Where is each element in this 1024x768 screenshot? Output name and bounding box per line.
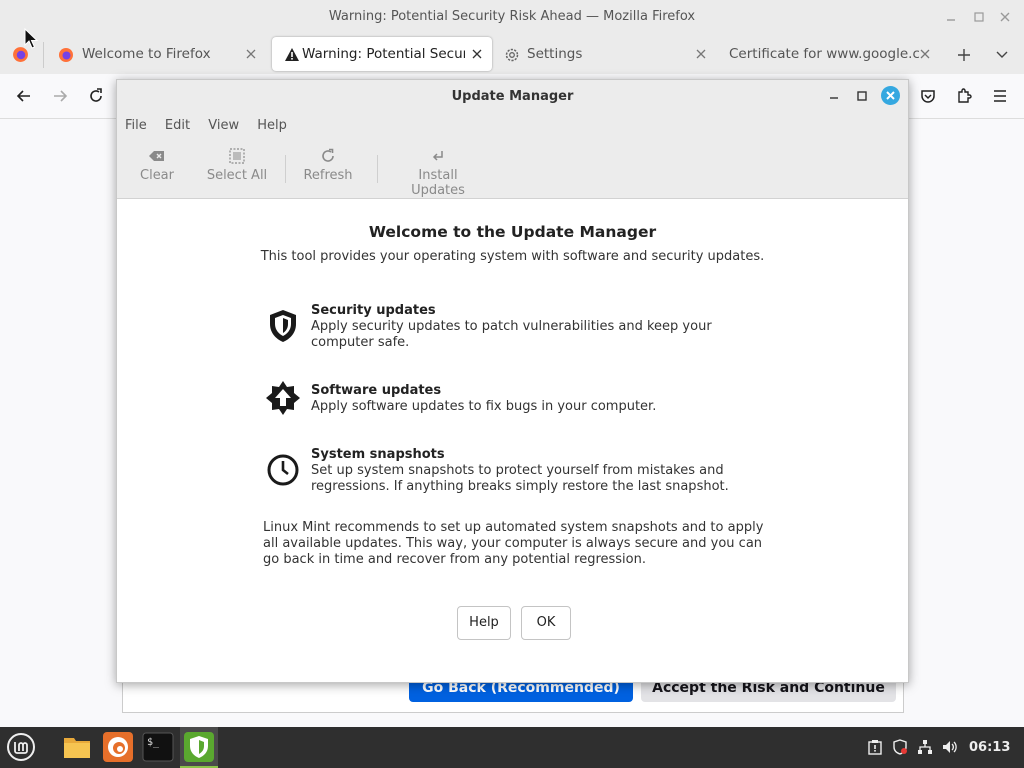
tab-certificate[interactable]: Certificate for www.google.com: [720, 37, 942, 71]
minimize-icon[interactable]: [944, 10, 958, 24]
reload-icon[interactable]: [86, 86, 106, 106]
update-manager-title: Update Manager: [451, 89, 574, 104]
toolbar-separator: [285, 155, 286, 183]
extensions-icon[interactable]: [954, 86, 974, 106]
menu-bar: File Edit View Help: [125, 118, 301, 133]
install-updates-label: Install Updates: [411, 168, 465, 198]
close-dialog-button[interactable]: [881, 86, 900, 105]
firefox-titlebar: Warning: Potential Security Risk Ahead —…: [0, 0, 1024, 34]
firefox-icon[interactable]: [102, 731, 134, 763]
ok-button[interactable]: OK: [521, 606, 571, 640]
minimize-icon[interactable]: [827, 89, 841, 103]
window-title: Warning: Potential Security Risk Ahead —…: [328, 9, 696, 24]
tab-label: Certificate for www.google.com: [729, 46, 919, 62]
tab-label: Welcome to Firefox: [82, 46, 211, 62]
menu-help[interactable]: Help: [257, 118, 287, 133]
menu-icon[interactable]: [5, 731, 37, 763]
clock[interactable]: 06:13: [969, 740, 1010, 755]
close-icon: [886, 91, 895, 100]
refresh-button[interactable]: Refresh: [303, 148, 353, 183]
select-all-label: Select All: [206, 168, 268, 183]
list-all-tabs-icon[interactable]: [994, 48, 1010, 62]
network-icon[interactable]: [917, 739, 933, 755]
tab-label: Warning: Potential Security Risk Ahead: [302, 46, 465, 62]
maximize-icon[interactable]: [972, 10, 986, 24]
menu-icon[interactable]: [990, 86, 1010, 106]
terminal-icon[interactable]: $_: [142, 731, 174, 763]
welcome-heading: Welcome to the Update Manager: [368, 223, 657, 241]
maximize-icon[interactable]: [855, 89, 869, 103]
feature-desc-snapshots: Set up system snapshots to protect yours…: [311, 463, 729, 494]
star-arrow-icon: [266, 381, 300, 415]
install-updates-button[interactable]: Install Updates: [391, 148, 485, 198]
svg-text:$_: $_: [147, 737, 160, 748]
tab-bar: Welcome to Firefox Warning: Potential Se…: [0, 34, 1024, 74]
feature-title-software: Software updates: [311, 383, 442, 398]
backspace-icon: [149, 151, 164, 161]
clipboard-icon[interactable]: [867, 739, 883, 755]
menu-view[interactable]: View: [208, 118, 239, 133]
pocket-icon[interactable]: [918, 86, 938, 106]
help-button[interactable]: Help: [457, 606, 511, 640]
firefox-icon: [59, 48, 73, 62]
cursor-icon: [24, 28, 39, 49]
volume-icon[interactable]: [942, 739, 958, 755]
refresh-icon: [322, 148, 334, 162]
clear-label: Clear: [140, 168, 174, 183]
taskbar: $_ 06:13: [0, 727, 1024, 768]
return-arrow-icon: [432, 151, 443, 161]
back-icon[interactable]: [14, 86, 34, 106]
files-icon[interactable]: [61, 731, 93, 763]
update-shield-icon[interactable]: [892, 739, 908, 755]
recommendation-text: Linux Mint recommends to set up automate…: [263, 520, 764, 567]
close-tab-icon[interactable]: [694, 47, 708, 61]
warning-icon: [285, 48, 299, 61]
tab-settings[interactable]: Settings: [496, 37, 718, 71]
tab-warning[interactable]: Warning: Potential Security Risk Ahead: [272, 37, 492, 71]
tab-welcome[interactable]: Welcome to Firefox: [46, 37, 268, 71]
welcome-subheading: This tool provides your operating system…: [260, 249, 765, 264]
clock-icon: [267, 454, 299, 486]
feature-desc-security: Apply security updates to patch vulnerab…: [311, 319, 712, 350]
refresh-label: Refresh: [303, 168, 353, 183]
menu-file[interactable]: File: [125, 118, 147, 133]
close-window-icon[interactable]: [998, 10, 1012, 24]
update-manager-header: Update Manager File Edit View Help Clear…: [117, 80, 908, 199]
menu-edit[interactable]: Edit: [165, 118, 190, 133]
feature-desc-software: Apply software updates to fix bugs in yo…: [311, 399, 657, 414]
update-manager-icon[interactable]: [183, 731, 215, 763]
clear-button[interactable]: Clear: [137, 148, 177, 183]
new-tab-icon[interactable]: [956, 47, 972, 63]
tab-label: Settings: [527, 46, 583, 62]
close-tab-icon[interactable]: [244, 47, 258, 61]
feature-title-snapshots: System snapshots: [311, 447, 445, 462]
toolbar-separator: [377, 155, 378, 183]
forward-icon[interactable]: [50, 86, 70, 106]
gear-icon: [505, 48, 519, 62]
feature-title-security: Security updates: [311, 303, 436, 318]
shield-icon: [270, 310, 296, 342]
close-tab-icon[interactable]: [918, 47, 932, 61]
close-tab-icon[interactable]: [470, 47, 484, 61]
update-manager-window: Update Manager File Edit View Help Clear…: [116, 79, 909, 683]
select-all-button[interactable]: Select All: [205, 148, 269, 183]
select-all-icon: [229, 148, 245, 164]
